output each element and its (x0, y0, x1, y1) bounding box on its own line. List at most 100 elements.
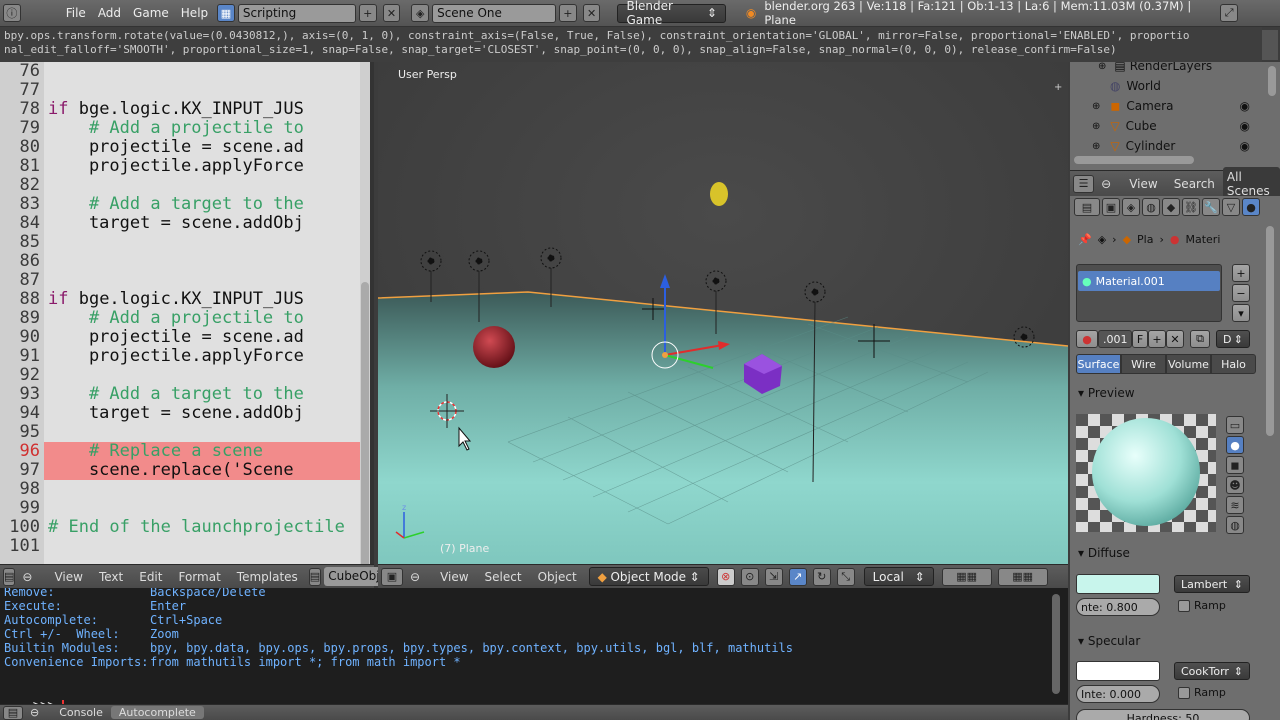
tab-autocomplete[interactable]: Autocomplete (110, 706, 204, 719)
expand-icon[interactable]: ⊕ (1092, 141, 1100, 152)
menu-view[interactable]: View (432, 570, 476, 584)
modifiers-tab-icon[interactable]: 🔧 (1202, 198, 1220, 216)
3d-view-type-icon[interactable]: ▣ (381, 567, 403, 586)
code-line[interactable]: 76 (0, 62, 360, 81)
menu-templates[interactable]: Templates (229, 570, 306, 584)
browse-material-button[interactable]: ● (1076, 330, 1098, 348)
specular-panel-title[interactable]: ▾ Specular (1078, 634, 1140, 648)
code-line[interactable]: 87 (0, 271, 360, 290)
layers-grid-icon[interactable]: ▦▦ (997, 567, 1048, 586)
outliner-item[interactable]: ⊕ ▽ Cube ◉ (1070, 116, 1280, 136)
code-line[interactable]: 84 target = scene.addObj (0, 214, 360, 233)
expand-icon[interactable]: ⊕ (1092, 121, 1100, 132)
textblock-icon[interactable]: ▤ (308, 567, 322, 586)
render-tab-icon[interactable]: ▣ (1102, 198, 1120, 216)
expand-icon[interactable]: ⊕ (1092, 101, 1100, 112)
code-line[interactable]: 100 # End of the launchprojectile (0, 518, 360, 537)
console-prompt[interactable]: >>> (4, 684, 64, 704)
info-editor-icon[interactable]: ⓘ (3, 4, 21, 22)
layers-grid-icon[interactable]: ▦▦ (941, 567, 992, 586)
python-console[interactable]: Remove: Backspace/Delete Execute: Enter Auto… (0, 588, 1068, 704)
add-slot-button[interactable]: + (1232, 264, 1250, 282)
add-material-button[interactable]: + (1148, 330, 1166, 348)
eye-icon[interactable]: ◉ (1240, 119, 1250, 133)
slot-specials-button[interactable]: ▾ (1232, 304, 1250, 322)
code-line[interactable]: 80 projectile = scene.ad (0, 138, 360, 157)
code-line[interactable]: 83 # Add a target to the (0, 195, 360, 214)
ramp-checkbox[interactable] (1178, 600, 1190, 612)
specular-color-swatch[interactable] (1076, 661, 1160, 681)
material-slot-selected[interactable]: ● Material.001 (1078, 271, 1220, 291)
menu-edit[interactable]: Edit (131, 570, 170, 584)
menu-game[interactable]: Game (127, 3, 175, 23)
red-sphere[interactable] (473, 326, 515, 368)
code-line[interactable]: 94 target = scene.addObj (0, 404, 360, 423)
diffuse-intensity-slider[interactable]: nte: 0.800 (1076, 598, 1160, 616)
yellow-cylinder[interactable] (710, 182, 728, 206)
add-layout-icon[interactable]: + (358, 4, 377, 22)
eye-icon[interactable]: ◉ (1240, 139, 1250, 153)
code-line[interactable]: 89 # Add a projectile to (0, 309, 360, 328)
scene-tab-icon[interactable]: ◈ (1122, 198, 1140, 216)
tab-wire[interactable]: Wire (1121, 354, 1166, 374)
preview-panel-title[interactable]: ▾ Preview (1078, 386, 1135, 400)
menu-view[interactable]: View (1121, 177, 1165, 191)
properties-editor[interactable]: ▤ ▣ ◈ ◍ ◆ ⛓ 🔧 ▽ ● 📌 ◈ › ◆ Pla › ● Materi… (1070, 196, 1280, 720)
expand-icon[interactable]: ⊕ (1098, 62, 1106, 72)
code-line[interactable]: 97 scene.replace('Scene (20, 461, 360, 480)
code-line[interactable]: 81 projectile.applyForce (0, 157, 360, 176)
add-scene-icon[interactable]: + (559, 4, 577, 22)
menu-object[interactable]: Object (530, 570, 585, 584)
preview-plane-icon[interactable]: ▭ (1226, 416, 1244, 434)
properties-scrollbar[interactable] (1266, 226, 1274, 436)
collapse-icon[interactable]: ⊖ (18, 570, 36, 584)
code-line[interactable]: 91 projectile.applyForce (0, 347, 360, 366)
preview-monkey-icon[interactable]: ☻ (1226, 476, 1244, 494)
outliner-item[interactable]: ⊕ ▤ RenderLayers (1070, 62, 1280, 76)
copy-material-button[interactable]: ⧉ (1190, 330, 1210, 348)
unlink-material-button[interactable]: ✕ (1166, 330, 1184, 348)
code-line[interactable]: 85 (0, 233, 360, 252)
collapse-icon[interactable]: ⊖ (406, 570, 424, 584)
info-log-scrollbar[interactable] (1262, 30, 1278, 60)
pin-icon[interactable]: 📌 (1078, 233, 1092, 246)
menu-format[interactable]: Format (170, 570, 228, 584)
viewport-corner-plus-icon[interactable]: + (1054, 82, 1062, 93)
remove-layout-icon[interactable]: ✕ (382, 4, 401, 22)
remove-scene-icon[interactable]: ✕ (582, 4, 601, 22)
link-data-dropdown[interactable]: D ⇕ (1216, 330, 1250, 348)
scene-icon[interactable]: ◈ (411, 4, 430, 22)
tab-halo[interactable]: Halo (1211, 354, 1256, 374)
code-line[interactable]: 92 (0, 366, 360, 385)
properties-type-icon[interactable]: ▤ (1074, 198, 1100, 216)
diffuse-shader-dropdown[interactable]: Lambert ⇕ (1174, 575, 1250, 593)
outliner-item[interactable]: ⊕ ◼ Camera ◉ (1070, 96, 1280, 116)
code-line[interactable]: 99 (0, 499, 360, 518)
tab-surface[interactable]: Surface (1076, 354, 1121, 374)
code-line[interactable]: 90 projectile = scene.ad (0, 328, 360, 347)
code-line[interactable]: 93 # Add a target to the (0, 385, 360, 404)
3d-viewport[interactable]: z User Persp (7) Plane + (378, 62, 1068, 564)
diffuse-panel-title[interactable]: ▾ Diffuse (1078, 546, 1130, 560)
outliner[interactable]: ⊕ ▤ RenderLayers ◍ World ⊕ ◼ Camera ◉ ⊕ … (1070, 62, 1280, 170)
preview-hair-icon[interactable]: ≋ (1226, 496, 1244, 514)
preview-world-icon[interactable]: ◍ (1226, 516, 1244, 534)
outliner-hscrollbar[interactable] (1074, 156, 1194, 164)
object-tab-icon[interactable]: ◆ (1162, 198, 1180, 216)
code-line[interactable]: 95 (0, 423, 360, 442)
outliner-type-icon[interactable]: ☰ (1073, 174, 1095, 193)
rotate-icon[interactable]: ↻ (812, 567, 831, 586)
code-line[interactable]: 79 # Add a projectile to (0, 119, 360, 138)
menu-select[interactable]: Select (477, 570, 530, 584)
menu-help[interactable]: Help (175, 3, 214, 23)
console-scrollbar[interactable] (1052, 594, 1060, 694)
menu-search[interactable]: Search (1166, 177, 1223, 191)
text-editor[interactable]: 76 77 78 if bge.logic.KX_INPUT_JUS 79 # Add … (0, 62, 374, 564)
code-line[interactable]: 78 if bge.logic.KX_INPUT_JUS (0, 100, 360, 119)
menu-view[interactable]: View (46, 570, 90, 584)
material-name-field[interactable]: .001 (1098, 330, 1132, 348)
eye-icon[interactable]: ◉ (1240, 99, 1250, 113)
translate-icon[interactable]: ↗ (788, 567, 807, 586)
tab-console[interactable]: Console (51, 706, 111, 719)
menu-text[interactable]: Text (91, 570, 131, 584)
